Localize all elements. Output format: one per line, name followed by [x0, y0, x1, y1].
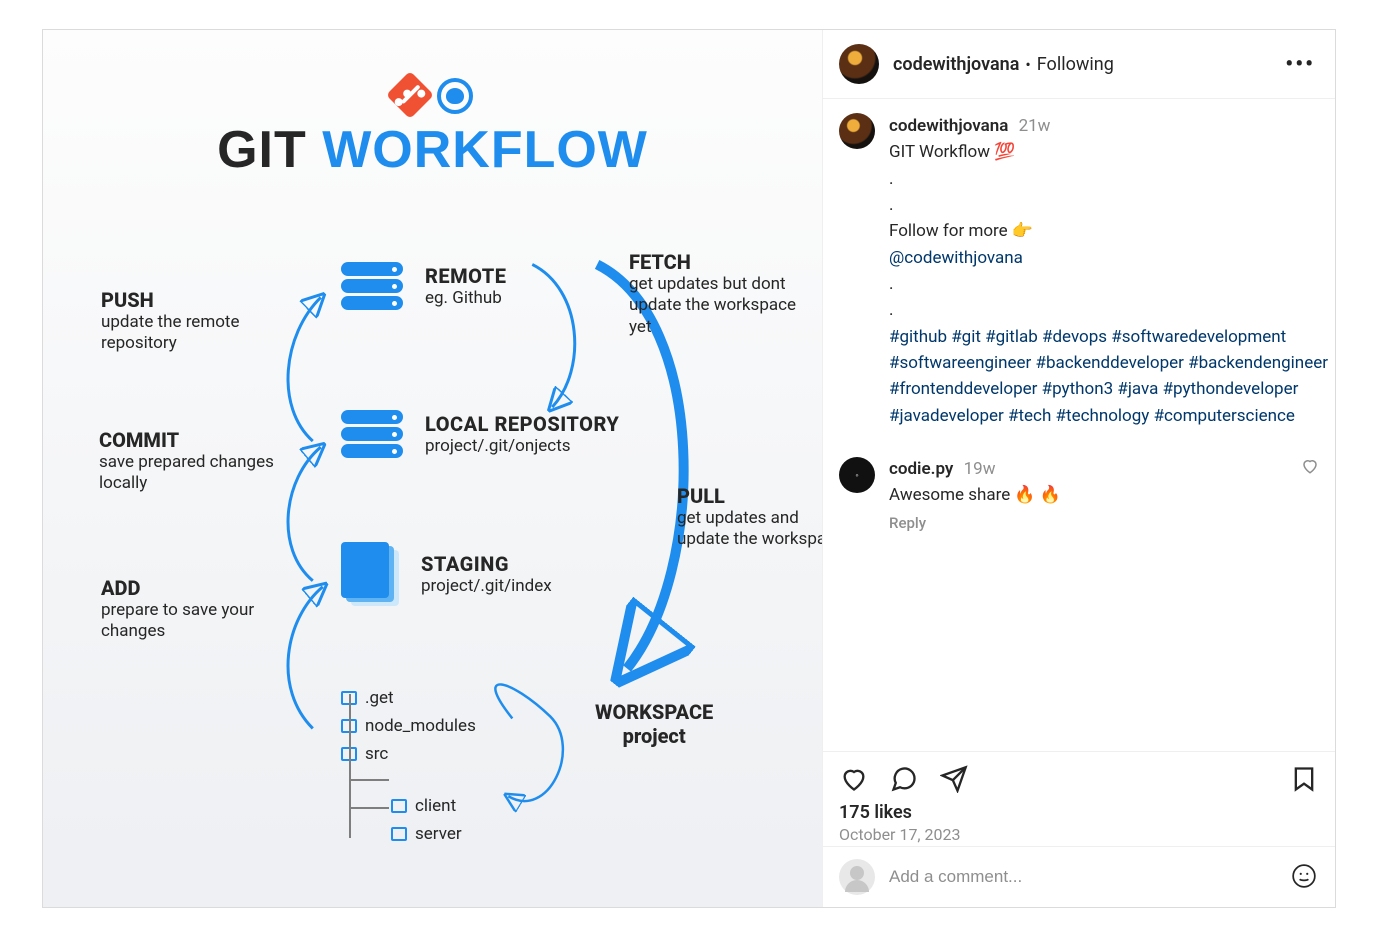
author-username[interactable]: codewithjovana [893, 54, 1019, 75]
follow-status[interactable]: Following [1037, 54, 1114, 75]
caption-spacer: . [889, 300, 893, 320]
workspace-title: WORKSPACE [595, 700, 713, 724]
action-commit: COMMIT save prepared changes locally [99, 428, 289, 495]
like-comment-button[interactable] [1301, 457, 1319, 480]
workspace-sub: project [595, 724, 713, 748]
node-local: LOCAL REPOSITORY project/.git/onjects [341, 410, 619, 458]
caption-block: codewithjovana 21w GIT Workflow 💯 . . Fo… [839, 113, 1331, 429]
caption-spacer: . [889, 195, 893, 215]
git-icon [385, 71, 433, 119]
staging-title: STAGING [421, 552, 552, 576]
author-avatar[interactable] [839, 44, 879, 84]
instagram-post: GIT WORKFLOW REMOTE eg. Github [42, 29, 1336, 908]
caption-body: codewithjovana 21w GIT Workflow 💯 . . Fo… [889, 113, 1331, 429]
local-title: LOCAL REPOSITORY [425, 412, 619, 436]
likes-count[interactable]: 175 likes [839, 802, 1319, 823]
share-button[interactable] [939, 764, 969, 794]
emoji-picker-button[interactable] [1291, 863, 1319, 891]
commit-desc: save prepared changes locally [99, 452, 289, 495]
tree-item: src [365, 744, 388, 764]
database-icon [341, 410, 403, 458]
post-header: codewithjovana • Following ••• [823, 30, 1335, 99]
caption-title: GIT Workflow 💯 [889, 142, 1015, 162]
current-user-avatar [839, 859, 875, 895]
action-add: ADD prepare to save your changes [101, 576, 291, 643]
author-avatar-small[interactable] [839, 113, 875, 149]
comment: ◦ codie.py 19w Awesome share 🔥 🔥 Reply [839, 457, 1331, 533]
pull-title: PULL [677, 484, 823, 508]
tree-item: .get [365, 688, 394, 708]
diagram-title-blue: WORKFLOW [322, 121, 648, 179]
comment-text: Awesome share 🔥 🔥 [889, 485, 1061, 505]
action-fetch: FETCH get updates but dont update the wo… [629, 250, 799, 338]
caption-mention[interactable]: @codewithjovana [889, 248, 1023, 268]
tree-item: node_modules [365, 716, 476, 736]
pull-desc: get updates and update the workspace [677, 508, 823, 551]
node-remote: REMOTE eg. Github [341, 262, 506, 310]
push-title: PUSH [101, 288, 291, 312]
comment-input[interactable] [889, 867, 1277, 887]
push-desc: update the remote repository [101, 312, 291, 355]
post-date: October 17, 2023 [839, 825, 1319, 844]
files-icon [341, 542, 399, 606]
add-title: ADD [101, 576, 291, 600]
node-workspace: WORKSPACE project [595, 700, 713, 748]
caption-spacer: . [889, 169, 893, 189]
post-sidebar: codewithjovana • Following ••• codewithj… [823, 30, 1335, 907]
github-icon [437, 78, 473, 114]
tree-item: server [415, 824, 462, 844]
folder-icon [391, 799, 407, 813]
commit-title: COMMIT [99, 428, 289, 452]
action-pull: PULL get updates and update the workspac… [677, 484, 823, 551]
comment-button[interactable] [889, 764, 919, 794]
post-media: GIT WORKFLOW REMOTE eg. Github [43, 30, 823, 907]
file-tree: .get node_modules src client server [341, 684, 521, 848]
save-button[interactable] [1289, 764, 1319, 794]
fetch-title: FETCH [629, 250, 799, 274]
caption-timestamp: 21w [1019, 116, 1051, 136]
diagram-header: GIT WORKFLOW [43, 78, 822, 180]
fetch-desc: get updates but dont update the workspac… [629, 274, 799, 338]
more-options-button[interactable]: ••• [1281, 52, 1319, 77]
actions-bar: 175 likes October 17, 2023 [823, 751, 1335, 846]
comment-timestamp: 19w [964, 459, 996, 479]
folder-icon [391, 827, 407, 841]
diagram-title-black: GIT [217, 121, 322, 179]
caption-follow: Follow for more 👉 [889, 221, 1033, 241]
staging-sub: project/.git/index [421, 576, 552, 596]
separator-dot: • [1025, 55, 1030, 74]
action-push: PUSH update the remote repository [101, 288, 291, 355]
comment-username[interactable]: codie.py [889, 459, 953, 479]
remote-sub: eg. Github [425, 288, 506, 308]
node-staging: STAGING project/.git/index [341, 542, 552, 606]
tree-item: client [415, 796, 456, 816]
reply-button[interactable]: Reply [889, 514, 926, 532]
commenter-avatar[interactable]: ◦ [839, 457, 875, 493]
local-sub: project/.git/onjects [425, 436, 619, 456]
add-desc: prepare to save your changes [101, 600, 291, 643]
database-icon [341, 262, 403, 310]
remote-title: REMOTE [425, 264, 506, 288]
caption-username[interactable]: codewithjovana [889, 116, 1008, 136]
caption-spacer: . [889, 274, 893, 294]
like-button[interactable] [839, 764, 869, 794]
caption-hashtags[interactable]: #github #git #gitlab #devops #softwarede… [889, 327, 1328, 426]
comments-scroll[interactable]: codewithjovana 21w GIT Workflow 💯 . . Fo… [823, 99, 1335, 751]
comment-input-row [823, 846, 1335, 907]
